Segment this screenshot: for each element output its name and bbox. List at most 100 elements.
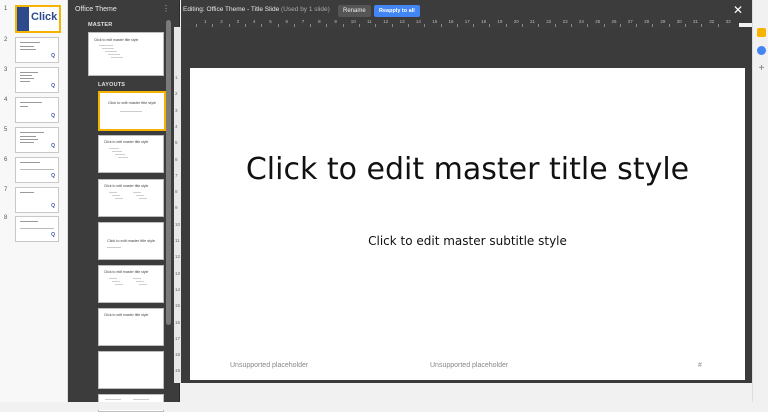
layout-thumb-title: Click to edit master title style	[104, 313, 149, 317]
thumb-logo-text: Click	[31, 11, 58, 23]
slide-layout[interactable]: Click to edit master title style Click t…	[190, 68, 745, 380]
master-thumbnail[interactable]: Click to edit master title style	[88, 32, 164, 76]
ruler-number: 7	[175, 172, 178, 178]
slide-number: 3	[4, 67, 8, 73]
slide-thumbnail[interactable]: Q	[15, 67, 59, 93]
ruler-tick	[505, 24, 507, 27]
ruler-number: 28	[644, 19, 650, 24]
editing-layout-name: Editing: Office Theme - Title Slide	[183, 6, 280, 13]
add-icon[interactable]: +	[757, 64, 766, 74]
layout-thumbnail[interactable]: Click to edit master title style	[98, 265, 164, 303]
ruler-tick	[636, 24, 638, 27]
vertical-ruler: 1 2 3 4 5 6 7 8 9 10 11 12 13 14 15 16 17 18 19	[174, 27, 181, 383]
layout-thumbnail-title-slide[interactable]: Click to edit master title style	[98, 91, 166, 131]
theme-master-panel: Office Theme ⋮ MASTER Click to edit mast…	[68, 0, 180, 412]
slide-number-placeholder[interactable]: #	[698, 362, 702, 369]
ruler-tick	[652, 24, 654, 27]
layout-thumbnail[interactable]: Click to edit master title style	[98, 308, 164, 346]
layout-usage-text: (Used by 1 slide)	[281, 6, 330, 13]
ruler-number: 15	[175, 303, 181, 309]
layout-thumbnail[interactable]: Click to edit master title style	[98, 222, 164, 260]
thumb-logo-icon: Q	[51, 113, 55, 119]
rename-button[interactable]: Rename	[338, 5, 371, 17]
footer-placeholder-left[interactable]: Unsupported placeholder	[230, 362, 308, 369]
panel-scrollbar[interactable]	[166, 20, 171, 325]
ruler-number: 1	[175, 75, 178, 80]
thumb-logo-icon: Q	[51, 173, 55, 179]
thumb-placeholder-lines	[99, 45, 129, 63]
ruler-number: 9	[334, 19, 337, 24]
ruler-tick	[310, 24, 312, 27]
slide-thumbnail[interactable]: Q	[15, 157, 59, 183]
ruler-tick	[668, 24, 670, 27]
slide-thumbnail[interactable]: Click	[15, 5, 61, 33]
slide-thumbnail[interactable]: Q	[15, 187, 59, 213]
slide-number: 7	[4, 187, 8, 193]
thumb-logo-band	[17, 7, 29, 31]
reapply-to-all-button[interactable]: Reapply to all	[374, 5, 420, 17]
ruler-number: 8	[318, 19, 321, 24]
layout-thumbnail[interactable]: Click to edit master title style	[98, 179, 164, 217]
subtitle-placeholder[interactable]: Click to edit master subtitle style	[190, 234, 745, 248]
slide-thumbnail[interactable]: Q	[15, 97, 59, 123]
horizontal-ruler: 1 2 3 4 5 6 7 8 9 10 11 12 13 14 15 16 17 18 19 20 21 22 23 24 2…	[181, 18, 739, 27]
layout-thumbnail-blank[interactable]	[98, 351, 164, 389]
layout-thumbnail[interactable]: Click to edit master title style	[98, 135, 164, 173]
title-placeholder[interactable]: Click to edit master title style	[190, 150, 745, 190]
ruler-tick	[554, 24, 556, 27]
thumb-logo-icon: Q	[51, 232, 55, 238]
ruler-number: 9	[175, 205, 178, 211]
ruler-tick	[701, 24, 703, 27]
ruler-tick	[326, 24, 328, 27]
ruler-number: 2	[220, 19, 223, 24]
ruler-number: 11	[367, 19, 372, 24]
ruler-number: 19	[497, 19, 503, 24]
slide-number: 1	[4, 6, 8, 12]
thumb-logo-icon: Q	[51, 83, 55, 89]
ruler-tick	[293, 24, 295, 27]
slide-thumbnail[interactable]: Q	[15, 37, 59, 63]
thumb-logo-icon: Q	[51, 143, 55, 149]
ruler-tick	[619, 24, 621, 27]
ruler-number: 16	[175, 319, 181, 325]
ruler-tick	[440, 24, 442, 27]
footer-placeholder-center[interactable]: Unsupported placeholder	[430, 362, 508, 369]
ruler-number: 24	[578, 19, 584, 24]
layouts-section-label: LAYOUTS	[98, 82, 126, 88]
ruler-tick	[685, 24, 686, 27]
ruler-tick	[489, 24, 491, 27]
more-options-icon[interactable]: ⋮	[162, 4, 170, 13]
ruler-number: 19	[175, 368, 181, 374]
side-panel-strip: +	[752, 0, 768, 410]
master-section-label: MASTER	[88, 22, 113, 28]
ruler-number: 27	[627, 19, 633, 24]
close-icon[interactable]: ✕	[733, 3, 743, 17]
ruler-tick	[212, 24, 214, 27]
ruler-number: 14	[175, 286, 181, 292]
ruler-number: 23	[562, 19, 568, 24]
slide-thumbnail[interactable]: Q	[15, 127, 59, 153]
ruler-number: 31	[693, 19, 699, 24]
ruler-tick	[277, 24, 279, 27]
slide-thumbnail[interactable]: Q	[15, 216, 59, 242]
ruler-number: 10	[350, 19, 356, 24]
ruler-number: 33	[725, 19, 731, 24]
master-thumb-title: Click to edit master title style	[94, 38, 139, 42]
tasks-icon[interactable]	[757, 46, 766, 55]
keep-icon[interactable]	[757, 28, 766, 37]
ruler-tick	[717, 24, 719, 27]
ruler-tick	[391, 24, 393, 27]
ruler-tick	[407, 24, 409, 27]
ruler-number: 1	[204, 19, 207, 24]
ruler-tick	[244, 24, 246, 27]
ruler-number: 4	[252, 19, 256, 24]
ruler-number: 26	[611, 19, 617, 24]
ruler-number: 5	[269, 19, 272, 24]
ruler-tick	[456, 24, 458, 27]
ruler-number: 13	[175, 270, 181, 276]
ruler-number: 29	[660, 19, 666, 24]
layout-thumb-title: Click to edit master title style	[104, 184, 149, 188]
thumb-logo-icon: Q	[51, 53, 55, 59]
ruler-tick	[473, 24, 475, 27]
ruler-number: 32	[709, 19, 715, 24]
